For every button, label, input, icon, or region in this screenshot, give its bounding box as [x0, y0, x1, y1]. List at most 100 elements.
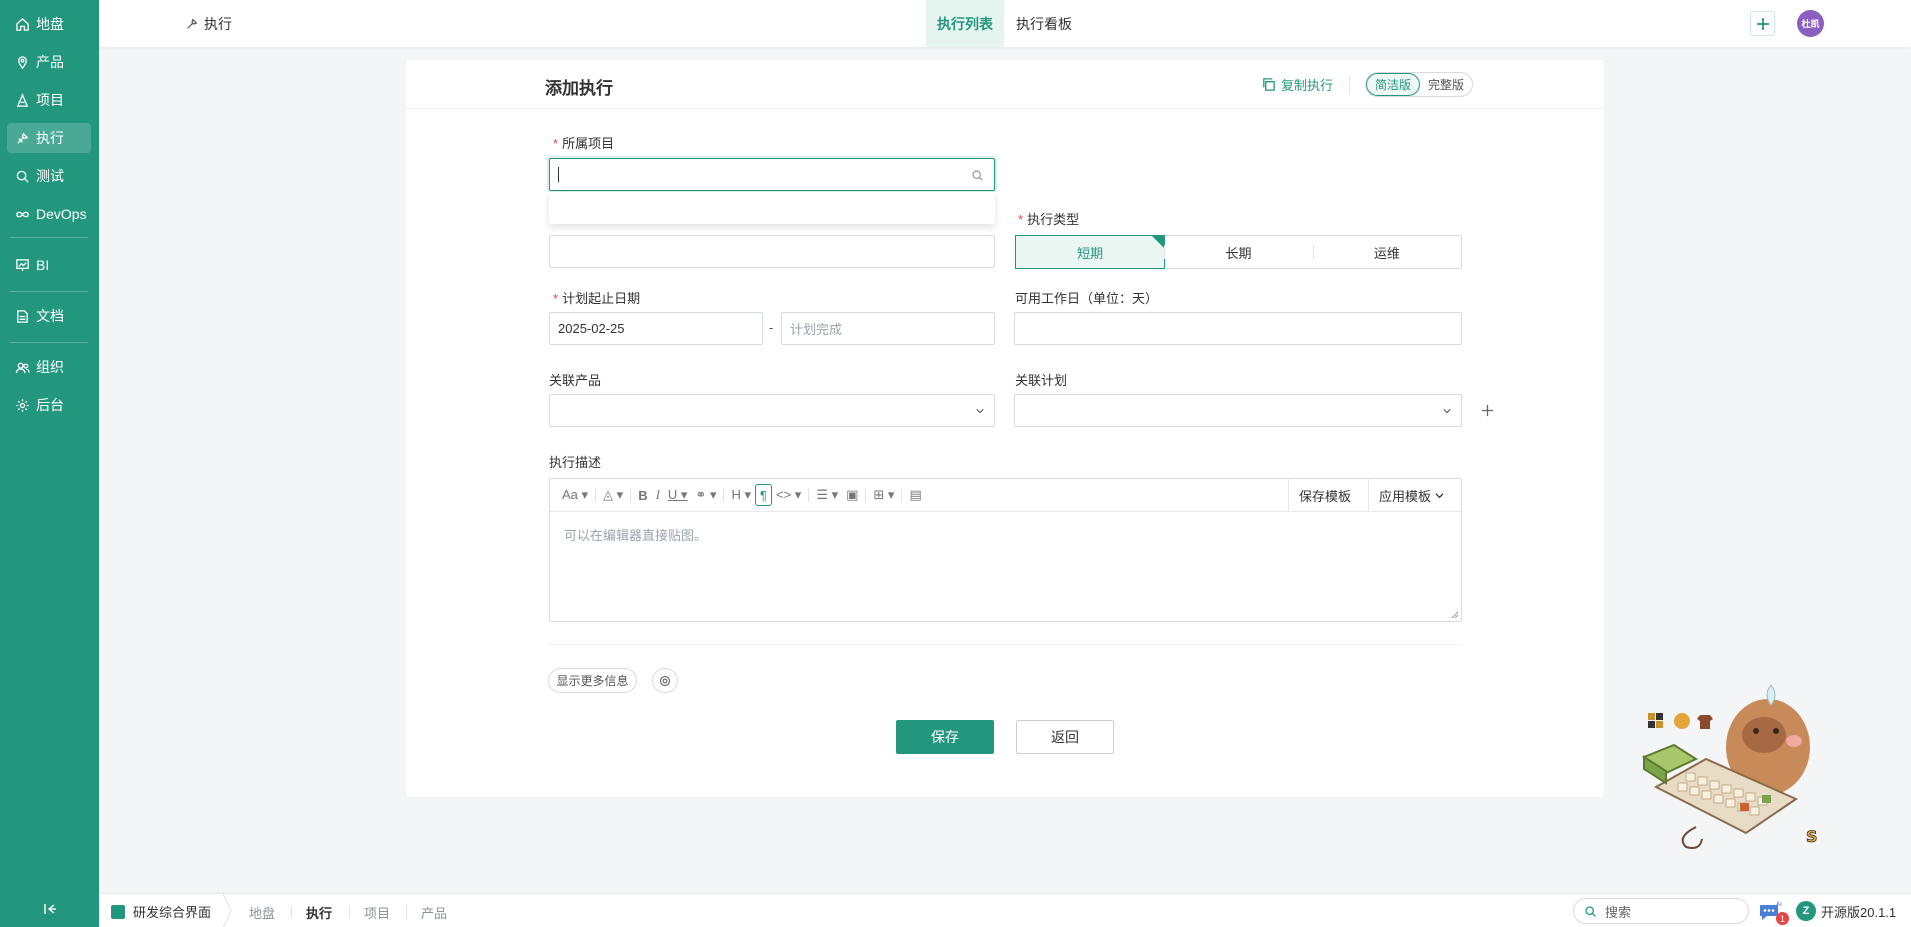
apply-template-button[interactable]: 应用模板 [1368, 479, 1454, 512]
link-icon[interactable]: ⚭ ▾ [691, 484, 720, 506]
linked-product-select[interactable] [549, 394, 995, 427]
statusbar-tab-product[interactable]: 产品 [421, 903, 447, 922]
divider [1349, 76, 1350, 94]
resize-handle-icon[interactable] [1451, 611, 1459, 619]
copy-execution-button[interactable]: 复制执行 [1261, 75, 1333, 94]
back-button[interactable]: 返回 [1016, 720, 1114, 754]
layout-icon[interactable]: ▤ [905, 484, 925, 506]
gear-icon [659, 675, 671, 686]
linked-product-label: 关联产品 [549, 373, 602, 388]
full-version-button[interactable]: 完整版 [1420, 73, 1472, 96]
test-icon [16, 170, 29, 183]
plan-end-date-input[interactable]: 计划完成 [781, 312, 995, 345]
paragraph-icon[interactable]: ¶ [755, 484, 772, 506]
zentao-logo-icon: Z [1796, 901, 1816, 921]
simple-version-button[interactable]: 简洁版 [1366, 73, 1421, 96]
sidebar-item-project[interactable]: 项目 [7, 85, 91, 115]
editor-placeholder[interactable]: 可以在编辑器直接贴图。 [564, 525, 707, 544]
linked-plan-select[interactable] [1014, 394, 1462, 427]
topbar: 执行 执行列表 执行看板 杜凯 [99, 0, 1911, 47]
sidebar-item-bi[interactable]: BI [7, 250, 91, 280]
chevron-down-icon [976, 409, 984, 414]
save-button[interactable]: 保存 [896, 720, 994, 754]
sidebar: 地盘 产品 项目 执行 测试 DevOps BI 文档 组织 后台 [0, 0, 99, 927]
sidebar-item-doc[interactable]: 文档 [7, 301, 91, 331]
execution-icon [17, 132, 29, 144]
chevron-down-icon [1443, 409, 1451, 414]
capybara-mascot-illustration: S [1641, 684, 1818, 849]
tab-execution-list[interactable]: 执行列表 [926, 0, 1004, 47]
sidebar-item-label: 产品 [36, 54, 64, 70]
global-search-input[interactable]: 搜索 [1573, 898, 1749, 924]
plus-icon [1756, 17, 1769, 30]
sidebar-item-org[interactable]: 组织 [7, 352, 91, 382]
show-more-info-button[interactable]: 显示更多信息 [548, 668, 637, 693]
home-icon [16, 17, 29, 31]
sidebar-item-test[interactable]: 测试 [7, 161, 91, 191]
copy-icon [1263, 78, 1275, 91]
linked-plan-label: 关联计划 [1015, 373, 1068, 388]
collapse-sidebar-icon[interactable] [42, 901, 58, 917]
statusbar-tab-project[interactable]: 项目 [364, 903, 390, 922]
sidebar-item-product[interactable]: 产品 [7, 47, 91, 77]
editor-toolbar: Aa ▾ ◬ ▾ B I U ▾ ⚭ ▾ H ▾ ¶ <> ▾ ☰ ▾ ▣ ⊞ … [550, 479, 1461, 512]
table-icon[interactable]: ⊞ ▾ [869, 484, 898, 506]
workdays-input[interactable] [1014, 312, 1462, 345]
statusbar-tab-execution[interactable]: 执行 [306, 903, 332, 922]
italic-icon[interactable]: I [652, 484, 664, 506]
devops-icon [16, 211, 29, 217]
type-short-term[interactable]: 短期 [1015, 235, 1166, 269]
svg-text:S: S [1806, 827, 1818, 846]
code-icon[interactable]: <> ▾ [772, 484, 805, 506]
sidebar-item-label: 地盘 [36, 16, 64, 32]
heading-icon[interactable]: H ▾ [727, 484, 755, 506]
selected-check-icon [1151, 235, 1166, 249]
sidebar-item-label: 项目 [36, 92, 64, 108]
plan-start-date-input[interactable]: 2025-02-25 [549, 312, 763, 345]
page-title: 添加执行 [545, 79, 613, 98]
sidebar-divider [10, 237, 88, 238]
type-long-term[interactable]: 长期 [1164, 236, 1312, 268]
sidebar-divider [10, 291, 88, 292]
project-search-input[interactable] [549, 158, 995, 191]
font-size-icon[interactable]: Aa ▾ [558, 484, 592, 506]
form-settings-button[interactable] [652, 668, 678, 693]
sidebar-item-label: 测试 [36, 168, 64, 184]
statusbar: 研发综合界面 地盘 执行 项目 产品 搜索 AI 1 Z 开源版20.1.1 [99, 893, 1911, 927]
org-icon [15, 362, 30, 373]
description-editor: Aa ▾ ◬ ▾ B I U ▾ ⚭ ▾ H ▾ ¶ <> ▾ ☰ ▾ ▣ ⊞ … [549, 478, 1462, 622]
app-icon [111, 904, 125, 919]
project-icon [16, 92, 29, 107]
sidebar-item-label: 文档 [36, 308, 64, 324]
ai-label: AI [1776, 901, 1782, 908]
admin-icon [16, 398, 29, 412]
create-button[interactable] [1750, 11, 1775, 36]
avatar[interactable]: 杜凯 [1797, 10, 1824, 37]
sidebar-item-execution[interactable]: 执行 [7, 123, 91, 153]
app-switcher[interactable]: 研发综合界面 [111, 902, 211, 921]
chevron-down-icon [1435, 493, 1444, 499]
search-icon [1585, 905, 1596, 917]
description-label: 执行描述 [549, 455, 602, 470]
execution-name-input[interactable] [549, 235, 995, 268]
sidebar-item-label: 执行 [36, 130, 64, 146]
image-icon[interactable]: ▣ [842, 484, 862, 506]
text-color-icon[interactable]: ◬ ▾ [599, 484, 627, 506]
sidebar-item-devops[interactable]: DevOps [7, 199, 91, 229]
version-toggle: 简洁版 完整版 [1365, 72, 1474, 97]
execution-type-label: * 执行类型 [1018, 212, 1080, 227]
type-ops[interactable]: 运维 [1312, 236, 1461, 268]
execution-icon [187, 18, 198, 29]
list-icon[interactable]: ☰ ▾ [812, 484, 842, 506]
add-plan-icon[interactable] [1481, 404, 1494, 417]
sidebar-item-dashboard[interactable]: 地盘 [7, 9, 91, 39]
underline-icon[interactable]: U ▾ [664, 484, 692, 506]
bold-icon[interactable]: B [634, 484, 651, 506]
tab-execution-kanban[interactable]: 执行看板 [1005, 0, 1083, 47]
product-icon [18, 55, 27, 69]
sidebar-item-admin[interactable]: 后台 [7, 390, 91, 420]
save-template-button[interactable]: 保存模板 [1288, 479, 1361, 512]
version-info[interactable]: Z 开源版20.1.1 [1796, 901, 1896, 921]
statusbar-tab-dashboard[interactable]: 地盘 [249, 903, 275, 922]
divider [549, 644, 1462, 645]
